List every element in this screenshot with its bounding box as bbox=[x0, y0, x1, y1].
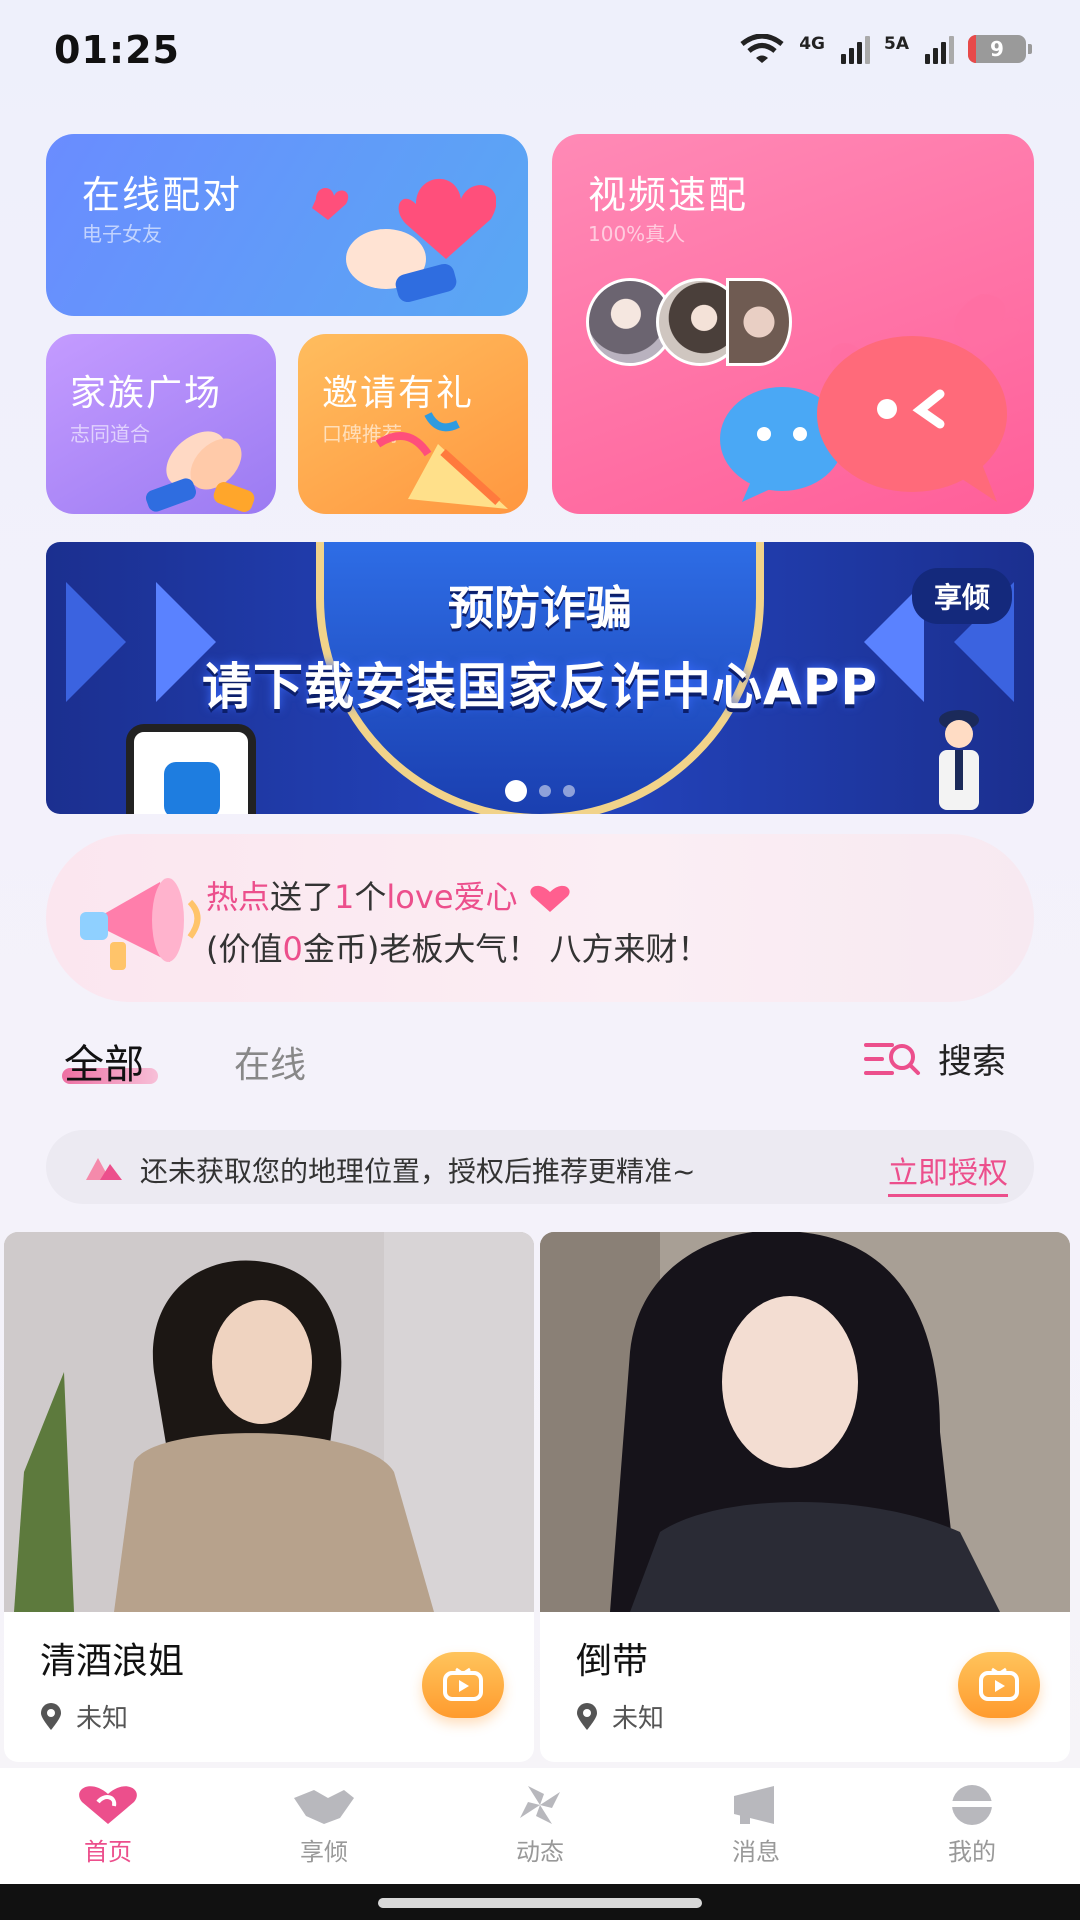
chat-bubbles-icon bbox=[720, 294, 1021, 502]
notice-value: 0 bbox=[282, 930, 303, 968]
anti-fraud-banner[interactable]: 预防诈骗 请下载安装国家反诈中心APP 享倾 bbox=[46, 542, 1034, 814]
carousel-indicator[interactable] bbox=[46, 780, 1034, 802]
nav-profile[interactable]: 我的 bbox=[897, 1768, 1047, 1884]
profile-location: 未知 bbox=[40, 1698, 128, 1735]
profile-icon bbox=[952, 1785, 992, 1825]
online-match-subtitle: 电子女友 bbox=[82, 222, 162, 246]
nav-label: 享倾 bbox=[300, 1838, 348, 1866]
filter-search-icon bbox=[864, 1042, 920, 1075]
nav-label: 消息 bbox=[732, 1838, 780, 1866]
tab-online[interactable]: 在线 bbox=[234, 1036, 306, 1088]
carousel-dot[interactable] bbox=[505, 780, 527, 802]
carousel-dot[interactable] bbox=[563, 785, 575, 797]
status-time: 01:25 bbox=[54, 28, 180, 72]
notice-value-prefix: (价值 bbox=[206, 930, 283, 968]
profile-photo bbox=[4, 1232, 534, 1612]
status-icons: 4G 5A 9 bbox=[739, 34, 1032, 64]
authorize-location-link[interactable]: 立即授权 bbox=[888, 1148, 1008, 1197]
nav-home[interactable]: 首页 bbox=[33, 1768, 183, 1884]
tab-all[interactable]: 全部 bbox=[64, 1032, 144, 1090]
nav-label: 动态 bbox=[516, 1838, 564, 1866]
love-heart-icon bbox=[530, 885, 570, 912]
nav-messages[interactable]: 消息 bbox=[681, 1768, 831, 1884]
notice-unit: 个 bbox=[354, 878, 387, 916]
search-label: 搜索 bbox=[938, 1042, 1006, 1082]
network-5a-label: 5A bbox=[884, 34, 909, 54]
notice-gift: love爱心 bbox=[386, 878, 518, 916]
banner-badge: 享倾 bbox=[911, 568, 1012, 624]
handshake-icon bbox=[294, 1790, 354, 1824]
network-4g-label: 4G bbox=[799, 34, 825, 54]
online-match-title: 在线配对 bbox=[82, 173, 243, 217]
online-match-card[interactable]: 在线配对 电子女友 bbox=[46, 134, 528, 316]
megaphone-icon bbox=[80, 878, 201, 970]
heart-hand-icon bbox=[312, 178, 496, 303]
megaphone-icon bbox=[734, 1786, 774, 1824]
profile-name: 清酒浪姐 bbox=[40, 1641, 185, 1682]
search-button[interactable]: 搜索 bbox=[862, 1034, 1006, 1083]
bottom-navigation: 首页 享倾 动态 消息 我的 bbox=[0, 1768, 1080, 1884]
video-play-icon bbox=[979, 1667, 1019, 1701]
notice-line-2: (价值0金币)老板大气！ 八方来财！ bbox=[206, 924, 710, 970]
location-prompt-text: 还未获取您的地理位置，授权后推荐更精准~ bbox=[140, 1155, 696, 1188]
notice-sent: 送了 bbox=[270, 878, 335, 916]
profile-card[interactable]: 倒带 未知 bbox=[540, 1232, 1070, 1762]
video-match-subtitle: 100%真人 bbox=[588, 222, 686, 246]
notice-line-1: 热点送了1个love爱心 bbox=[206, 872, 572, 918]
banner-subtitle: 请下载安装国家反诈中心APP bbox=[202, 658, 878, 716]
nav-label: 我的 bbox=[948, 1838, 996, 1866]
party-popper-icon bbox=[375, 412, 508, 509]
signal-1-icon bbox=[841, 34, 870, 64]
profile-name: 倒带 bbox=[576, 1641, 649, 1682]
location-pin-icon bbox=[577, 1702, 597, 1730]
heart-home-icon bbox=[79, 1786, 137, 1824]
nav-label: 首页 bbox=[84, 1838, 132, 1866]
profile-card[interactable]: 清酒浪姐 未知 bbox=[4, 1232, 534, 1762]
nav-xiangqing[interactable]: 享倾 bbox=[249, 1768, 399, 1884]
battery-icon: 9 bbox=[968, 35, 1032, 63]
location-permission-bar: 还未获取您的地理位置，授权后推荐更精准~ 立即授权 bbox=[46, 1130, 1034, 1204]
profile-photo bbox=[540, 1232, 1070, 1612]
carousel-dot[interactable] bbox=[539, 785, 551, 797]
notice-hot: 热点 bbox=[206, 878, 271, 916]
notice-count: 1 bbox=[334, 878, 355, 916]
video-call-button[interactable] bbox=[958, 1652, 1040, 1718]
profile-location-text: 未知 bbox=[76, 1704, 129, 1734]
video-match-title: 视频速配 bbox=[588, 173, 749, 217]
system-gesture-area bbox=[0, 1884, 1080, 1920]
map-pin-icon bbox=[86, 1158, 122, 1180]
video-play-icon bbox=[443, 1667, 483, 1701]
invite-card[interactable]: 邀请有礼 口碑推荐 bbox=[298, 334, 528, 514]
banner-title: 预防诈骗 bbox=[448, 581, 632, 635]
battery-level: 9 bbox=[990, 37, 1004, 61]
signal-2-icon bbox=[925, 34, 954, 64]
nav-moments[interactable]: 动态 bbox=[465, 1768, 615, 1884]
family-square-card[interactable]: 家族广场 志同道合 bbox=[46, 334, 276, 514]
home-indicator-bar[interactable] bbox=[378, 1898, 702, 1908]
pinwheel-icon bbox=[520, 1786, 560, 1824]
location-pin-icon bbox=[41, 1702, 61, 1730]
notice-value-suffix: 金币)老板大气！ 八方来财！ bbox=[302, 930, 710, 968]
video-call-button[interactable] bbox=[422, 1652, 504, 1718]
wifi-icon bbox=[740, 34, 784, 63]
profile-location: 未知 bbox=[576, 1698, 664, 1735]
clapping-hands-icon bbox=[145, 431, 255, 512]
video-match-card[interactable]: 视频速配 100%真人 bbox=[552, 134, 1034, 514]
profile-location-text: 未知 bbox=[612, 1704, 665, 1734]
gift-notice[interactable]: 热点送了1个love爱心 (价值0金币)老板大气！ 八方来财！ bbox=[46, 834, 1034, 1002]
